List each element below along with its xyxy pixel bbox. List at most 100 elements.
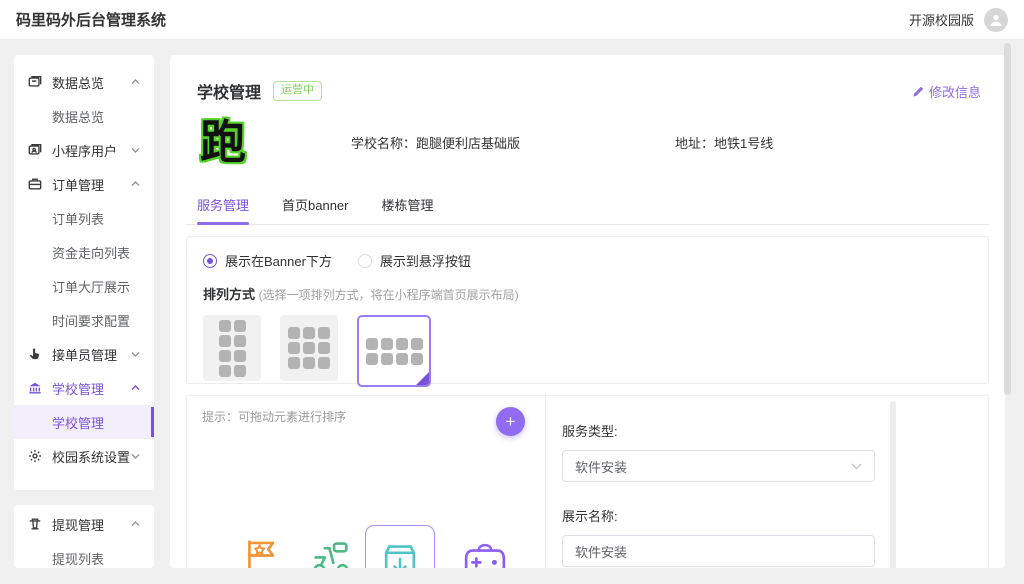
layout-option-2col[interactable]	[203, 315, 261, 381]
gamepad-icon[interactable]	[463, 539, 507, 568]
sidebar-item-withdraw-list[interactable]: 提现列表	[14, 541, 154, 568]
chevron-down-icon	[851, 463, 862, 470]
page-body: 数据总览 数据总览 小程序用户 订单管理 订单列表 资金走向列表	[0, 40, 1024, 583]
service-drag-area[interactable]: 提示：可拖动元素进行排序 +	[187, 396, 546, 568]
school-icon	[28, 381, 43, 396]
layout-grid-preview	[288, 327, 330, 369]
radio-selected-icon	[203, 254, 217, 268]
sidebar-item-label: 订单管理	[52, 175, 131, 194]
sidebar-item-school-management-group[interactable]: 学校管理	[14, 371, 154, 405]
display-name-input[interactable]: 软件安装	[562, 535, 875, 567]
sidebar-item-label: 时间要求配置	[52, 311, 130, 330]
sidebar-item-withdraw-management[interactable]: 提现管理	[14, 507, 154, 541]
courier-icon	[28, 347, 43, 362]
school-info-row: 跑 学校名称：跑腿便利店基础版 地址：地铁1号线	[170, 103, 1005, 171]
sidebar-item-label: 数据总览	[52, 107, 104, 126]
radio-unselected-icon	[358, 254, 372, 268]
withdraw-icon	[28, 517, 43, 532]
page-title: 学校管理	[197, 79, 261, 103]
drag-hint: 提示：可拖动元素进行排序	[202, 408, 346, 425]
sidebar-item-fund-flow-list[interactable]: 资金走向列表	[14, 235, 154, 269]
service-editor-section: 提示：可拖动元素进行排序 +	[186, 395, 989, 568]
selected-service-frame[interactable]	[365, 525, 435, 568]
avatar[interactable]	[984, 8, 1008, 32]
layout-grid-preview	[219, 320, 246, 377]
chevron-up-icon	[131, 181, 140, 187]
orders-icon	[28, 177, 43, 192]
chevron-up-icon	[131, 385, 140, 391]
arrange-hint: (选择一项排列方式，将在小程序端首页展示布局)	[259, 288, 519, 302]
service-icon-list	[243, 539, 535, 568]
flag-icon[interactable]	[243, 539, 281, 568]
sidebar-item-campus-system-settings[interactable]: 校园系统设置	[14, 439, 154, 473]
sidebar-item-miniapp-users[interactable]: 小程序用户	[14, 133, 154, 167]
layout-grid-preview	[366, 338, 423, 365]
chevron-down-icon	[131, 147, 140, 153]
add-service-button[interactable]: +	[496, 407, 525, 436]
sidebar-item-time-requirement-config[interactable]: 时间要求配置	[14, 303, 154, 337]
sidebar-item-label: 提现管理	[52, 515, 131, 534]
sidebar-item-label: 提现列表	[52, 549, 104, 568]
chevron-down-icon	[131, 351, 140, 357]
service-type-select[interactable]: 软件安装	[562, 450, 875, 482]
sidebar-item-school-management[interactable]: 学校管理	[14, 405, 154, 439]
sidebar-item-data-overview[interactable]: 数据总览	[14, 99, 154, 133]
sidebar-item-label: 订单大厅展示	[52, 277, 130, 296]
topbar: 码里码外后台管理系统 开源校园版	[0, 0, 1024, 40]
edit-info-link[interactable]: 修改信息	[912, 82, 981, 101]
tab-building-management[interactable]: 楼栋管理	[382, 189, 434, 224]
sidebar-item-label: 数据总览	[52, 73, 131, 92]
main-content: 学校管理 运营中 修改信息 跑 学校名称：跑腿便利店基础版 地址：地铁1号线 服…	[170, 55, 1005, 568]
radio-show-floating-button[interactable]: 展示到悬浮按钮	[358, 251, 471, 270]
chevron-up-icon	[131, 521, 140, 527]
sidebar: 数据总览 数据总览 小程序用户 订单管理 订单列表 资金走向列表	[14, 55, 154, 490]
edit-info-label: 修改信息	[929, 82, 981, 101]
sidebar-item-order-management[interactable]: 订单管理	[14, 167, 154, 201]
service-edit-form: 服务类型: 软件安装 展示名称: 软件安装 展示图标:	[547, 396, 887, 568]
sidebar-withdraw-card: 提现管理 提现列表	[14, 505, 154, 568]
sidebar-item-courier-management[interactable]: 接单员管理	[14, 337, 154, 371]
display-name-value: 软件安装	[575, 542, 627, 561]
arrange-title: 排列方式	[203, 287, 255, 302]
sidebar-item-label: 校园系统设置	[52, 447, 131, 466]
settings-icon	[28, 449, 43, 464]
chevron-down-icon	[131, 453, 140, 459]
dashboard-icon	[28, 75, 43, 90]
selected-corner-mark	[415, 371, 430, 386]
layout-option-4col-selected[interactable]	[357, 315, 431, 387]
service-type-value: 软件安装	[575, 457, 627, 476]
sidebar-item-label: 学校管理	[52, 379, 131, 398]
sidebar-item-label: 学校管理	[52, 413, 104, 432]
sidebar-item-label: 订单列表	[52, 209, 104, 228]
display-name-label: 展示名称:	[562, 506, 875, 525]
scooter-icon[interactable]	[309, 539, 353, 568]
radio-label: 展示在Banner下方	[225, 251, 332, 270]
app-title: 码里码外后台管理系统	[16, 9, 166, 30]
page-scrollbar[interactable]	[1004, 43, 1011, 395]
chevron-up-icon	[131, 79, 140, 85]
tab-bar: 服务管理 首页banner 楼栋管理	[186, 189, 989, 225]
display-options-section: 展示在Banner下方 展示到悬浮按钮 排列方式 (选择一项排列方式，将在小程序…	[186, 236, 989, 384]
form-scrollbar[interactable]	[890, 401, 896, 568]
radio-show-under-banner[interactable]: 展示在Banner下方	[203, 251, 332, 270]
version-label: 开源校园版	[909, 10, 974, 29]
sidebar-item-label: 小程序用户	[52, 141, 131, 160]
user-icon	[989, 13, 1003, 27]
sidebar-item-label: 接单员管理	[52, 345, 131, 364]
miniapp-users-icon	[28, 143, 43, 158]
pencil-icon	[912, 85, 925, 98]
layout-option-3col[interactable]	[280, 315, 338, 381]
school-logo: 跑	[200, 119, 246, 165]
tab-home-banner[interactable]: 首页banner	[282, 189, 348, 224]
tab-service-management[interactable]: 服务管理	[197, 189, 249, 224]
sidebar-item-order-list[interactable]: 订单列表	[14, 201, 154, 235]
school-address: 地址：地铁1号线	[675, 133, 773, 152]
main-header: 学校管理 运营中 修改信息	[170, 55, 1005, 103]
status-badge: 运营中	[273, 81, 322, 100]
box-download-icon[interactable]	[380, 540, 420, 568]
sidebar-item-data-overview-group[interactable]: 数据总览	[14, 65, 154, 99]
sidebar-item-order-hall-display[interactable]: 订单大厅展示	[14, 269, 154, 303]
radio-label: 展示到悬浮按钮	[380, 251, 471, 270]
service-type-label: 服务类型:	[562, 421, 875, 440]
sidebar-item-label: 资金走向列表	[52, 243, 130, 262]
